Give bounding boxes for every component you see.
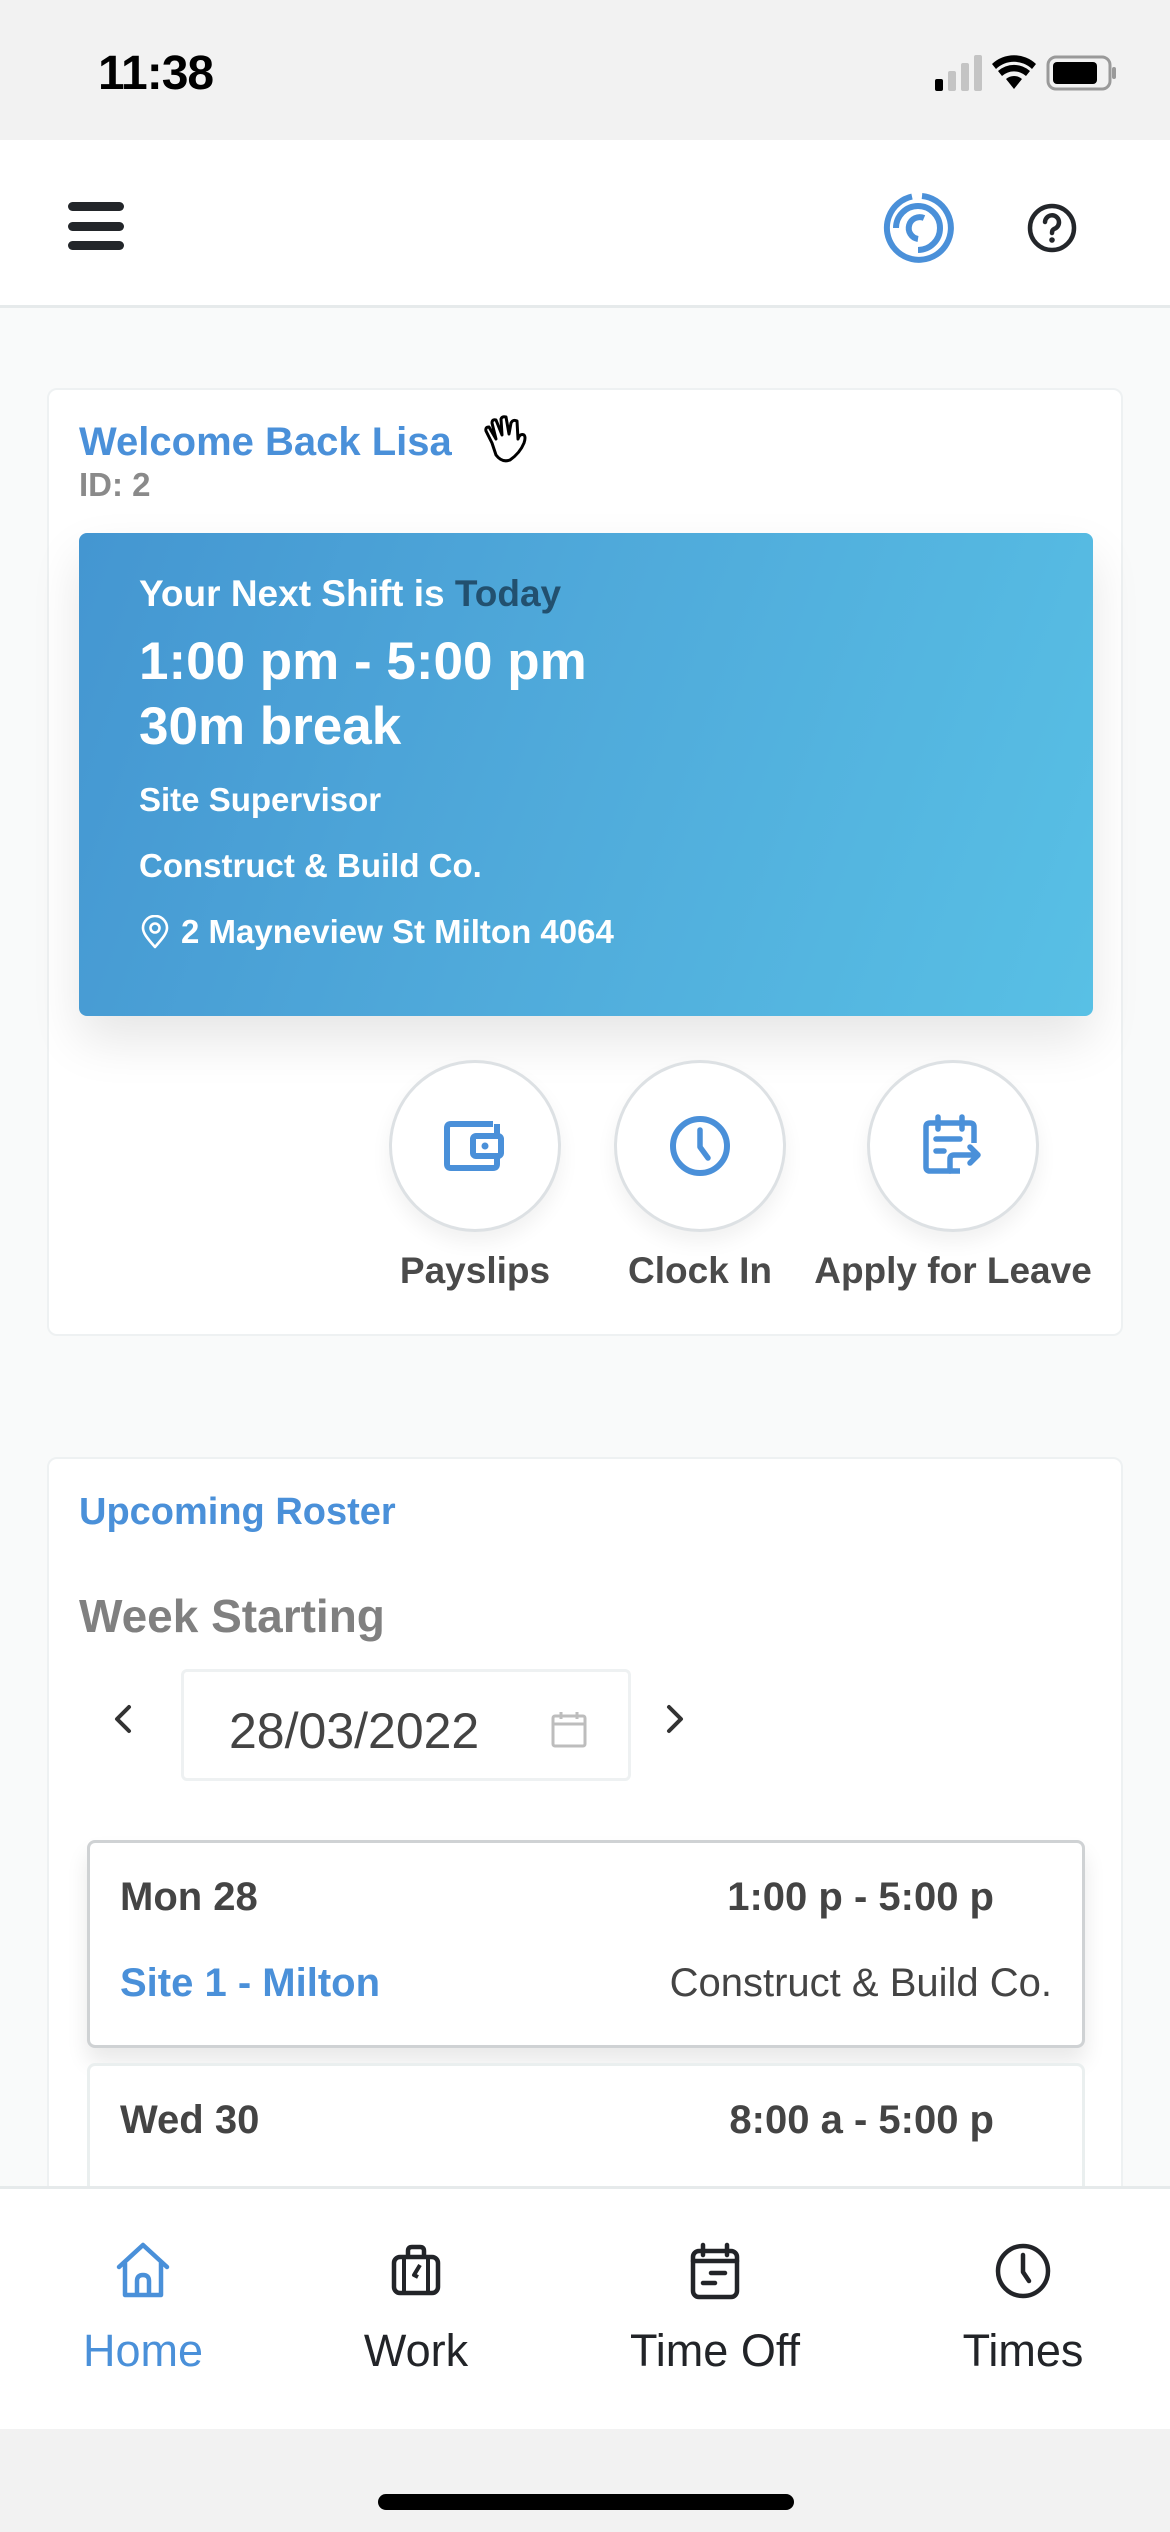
- cellular-signal-icon: [935, 55, 982, 91]
- maze-logo-icon[interactable]: [882, 192, 954, 264]
- app-header: [0, 140, 1170, 308]
- roster-item-site[interactable]: Site 1 - Milton: [120, 1961, 380, 2006]
- apply-for-leave-label: Apply for Leave: [814, 1250, 1092, 1291]
- next-shift-role: Site Supervisor: [139, 781, 382, 818]
- quick-actions: Payslips Clock In Apply for Leave: [49, 1060, 1125, 1310]
- roster-item[interactable]: Mon 28 1:00 p - 5:00 p Site 1 - Milton C…: [87, 1840, 1085, 2048]
- clock-in-label: Clock In: [628, 1250, 772, 1291]
- map-pin-icon: [141, 915, 169, 949]
- roster-item[interactable]: Wed 30 8:00 a - 5:00 p: [87, 2063, 1085, 2203]
- calendar-arrow-icon: [923, 1114, 981, 1174]
- clock-in-button-circle[interactable]: [614, 1060, 786, 1232]
- bottom-nav: Home Work Time Off Times: [0, 2186, 1170, 2429]
- next-shift-time: 1:00 pm - 5:00 pm: [139, 632, 587, 691]
- status-icons: [935, 54, 1118, 92]
- home-bar-area: [0, 2429, 1170, 2532]
- chevron-left-icon[interactable]: [103, 1689, 143, 1749]
- apply-for-leave-button-circle[interactable]: [867, 1060, 1039, 1232]
- nav-item-times[interactable]: Times: [948, 2189, 1098, 2432]
- nav-item-time-off[interactable]: Time Off: [608, 2189, 822, 2432]
- calendar-icon[interactable]: [549, 1710, 589, 1750]
- wallet-icon: [444, 1121, 504, 1171]
- upcoming-roster-card: Upcoming Roster Week Starting 28/03/2022…: [47, 1457, 1123, 2203]
- nav-label-times: Times: [962, 2325, 1084, 2376]
- welcome-card: Welcome Back Lisa ID: 2 Your Next Shift …: [47, 388, 1123, 1336]
- next-shift-company: Construct & Build Co.: [139, 847, 482, 884]
- roster-item-company: Construct & Build Co.: [669, 1961, 1052, 2005]
- week-starting-label: Week Starting: [79, 1590, 385, 1642]
- next-shift-heading: Your Next Shift is Today: [139, 573, 561, 615]
- waving-hand-icon: [484, 414, 527, 462]
- briefcase-icon: [391, 2244, 441, 2296]
- next-shift-prefix: Your Next Shift is: [139, 573, 455, 614]
- week-start-date-value: 28/03/2022: [229, 1703, 480, 1759]
- home-indicator[interactable]: [378, 2494, 794, 2510]
- next-shift-address-text: 2 Mayneview St Milton 4064: [181, 913, 614, 950]
- roster-item-time: 8:00 a - 5:00 p: [729, 2098, 994, 2142]
- week-start-date-input[interactable]: 28/03/2022: [181, 1669, 631, 1781]
- roster-item-time: 1:00 p - 5:00 p: [727, 1875, 994, 1919]
- next-shift-day: Today: [454, 573, 562, 614]
- nav-label-home: Home: [82, 2325, 204, 2376]
- help-circle-icon[interactable]: [1026, 202, 1078, 254]
- status-time: 11:38: [98, 47, 214, 100]
- next-shift-break: 30m break: [139, 697, 402, 756]
- hamburger-menu-icon[interactable]: [68, 202, 124, 250]
- battery-icon: [1046, 55, 1116, 91]
- payslips-button[interactable]: Payslips: [375, 1060, 575, 1292]
- next-shift-address: 2 Mayneview St Milton 4064: [139, 913, 614, 951]
- welcome-title: Welcome Back Lisa: [79, 420, 452, 464]
- calendar-note-icon: [690, 2242, 740, 2300]
- nav-label-time-off: Time Off: [629, 2325, 801, 2376]
- nav-item-home[interactable]: Home: [68, 2189, 218, 2432]
- user-id: ID: 2: [79, 466, 151, 503]
- apply-for-leave-button[interactable]: Apply for Leave: [814, 1060, 1092, 1292]
- status-bar: 11:38: [0, 0, 1170, 140]
- wifi-icon: [992, 55, 1036, 89]
- home-icon: [116, 2242, 170, 2298]
- welcome-heading: Welcome Back Lisa: [79, 414, 532, 465]
- next-shift-card[interactable]: Your Next Shift is Today 1:00 pm - 5:00 …: [79, 533, 1093, 1016]
- chevron-right-icon[interactable]: [655, 1689, 695, 1749]
- payslips-label: Payslips: [399, 1250, 551, 1291]
- nav-label-work: Work: [363, 2325, 469, 2376]
- clock-icon: [995, 2243, 1051, 2299]
- roster-item-day: Mon 28: [120, 1875, 258, 1919]
- nav-item-work[interactable]: Work: [344, 2189, 488, 2432]
- clock-in-button[interactable]: Clock In: [600, 1060, 800, 1292]
- roster-item-day: Wed 30: [120, 2098, 260, 2142]
- payslips-button-circle[interactable]: [389, 1060, 561, 1232]
- roster-title: Upcoming Roster: [79, 1491, 396, 1533]
- clock-icon: [670, 1116, 730, 1176]
